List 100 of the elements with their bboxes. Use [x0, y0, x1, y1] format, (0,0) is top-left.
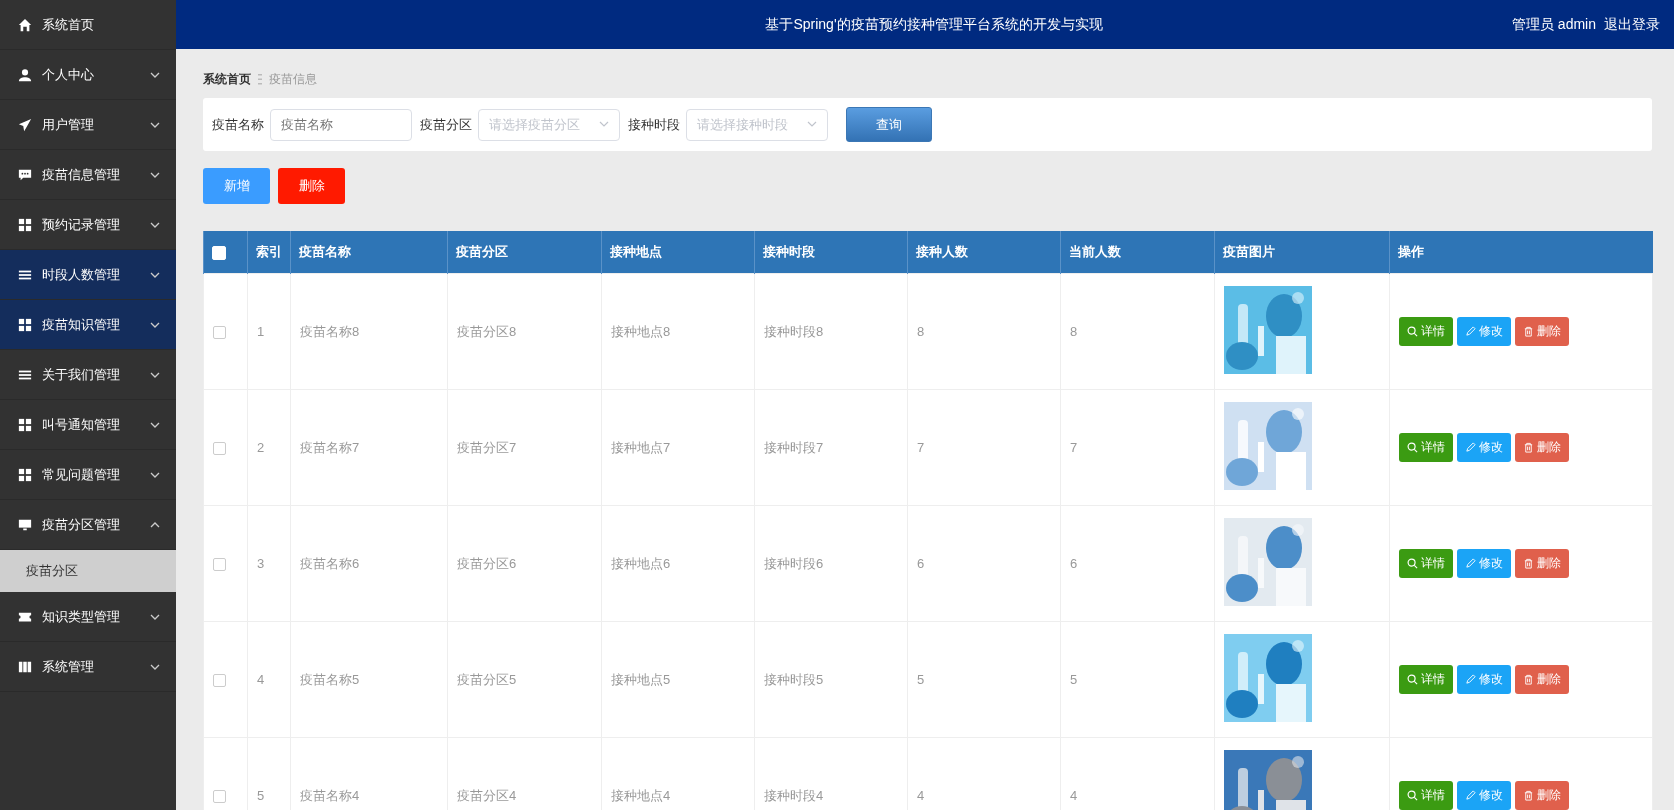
search-icon: [1407, 674, 1418, 685]
table-cell: 8: [907, 273, 1061, 390]
sidebar-item[interactable]: 常见问题管理: [0, 450, 176, 500]
breadcrumb-current: 疫苗信息: [269, 70, 317, 88]
detail-button[interactable]: 详情: [1399, 317, 1453, 346]
input-field[interactable]: 疫苗名称: [270, 108, 412, 141]
user-icon: [18, 67, 32, 82]
breadcrumb-link[interactable]: 系统首页: [203, 70, 251, 88]
delete-button[interactable]: 删除: [1515, 549, 1569, 578]
books-icon: [18, 659, 32, 674]
table-cell: 接种时段6: [754, 505, 908, 622]
sidebar-item[interactable]: 系统管理: [0, 642, 176, 692]
sidebar-item[interactable]: 疫苗知识管理: [0, 300, 176, 350]
search-icon: [1407, 790, 1418, 801]
column-header: 索引: [247, 231, 291, 274]
table-cell: 接种时段5: [754, 621, 908, 738]
grid-icon: [18, 217, 32, 232]
column-header: 当前人数: [1060, 231, 1215, 274]
table-cell: 接种地点6: [601, 505, 755, 622]
column-header: 疫苗图片: [1214, 231, 1390, 274]
table-cell: 接种地点5: [601, 621, 755, 738]
table-cell: 5: [1060, 621, 1215, 738]
column-header: 操作: [1389, 231, 1653, 274]
sidebar-item[interactable]: 知识类型管理: [0, 592, 176, 642]
sidebar-item[interactable]: 个人中心: [0, 50, 176, 100]
chevron-down-icon: [807, 121, 817, 128]
table-cell: 7: [907, 389, 1061, 506]
detail-button[interactable]: 详情: [1399, 549, 1453, 578]
add-button[interactable]: 新增: [203, 168, 270, 204]
checkbox[interactable]: [213, 558, 226, 572]
detail-button[interactable]: 详情: [1399, 433, 1453, 462]
paper-plane-icon: [18, 117, 32, 132]
trash-icon: [1523, 790, 1534, 801]
column-header: 接种人数: [907, 231, 1061, 274]
table-cell: 接种时段8: [754, 273, 908, 390]
detail-button[interactable]: 详情: [1399, 665, 1453, 694]
table-cell: 接种地点7: [601, 389, 755, 506]
edit-button[interactable]: 修改: [1457, 665, 1511, 694]
search-button[interactable]: 查询: [846, 107, 932, 142]
delete-button[interactable]: 删除: [278, 168, 345, 204]
checkbox[interactable]: [213, 326, 226, 340]
field-label: 疫苗名称: [212, 115, 264, 134]
table-cell: 疫苗名称5: [290, 621, 448, 738]
edit-button[interactable]: 修改: [1457, 317, 1511, 346]
table-cell: 疫苗名称7: [290, 389, 448, 506]
sidebar-item[interactable]: 关于我们管理: [0, 350, 176, 400]
edit-button[interactable]: 修改: [1457, 781, 1511, 810]
table-cell: 1: [247, 273, 291, 390]
table-cell: 6: [907, 505, 1061, 622]
home-icon: [18, 17, 32, 32]
page-title: 基于Spring'的疫苗预约接种管理平台系统的开发与实现: [764, 15, 1104, 34]
table-cell: 疫苗名称6: [290, 505, 448, 622]
search-icon: [1407, 442, 1418, 453]
sidebar-subitem[interactable]: 疫苗分区: [0, 550, 176, 592]
grid-icon: [18, 417, 32, 432]
pencil-icon: [1465, 558, 1476, 569]
delete-button[interactable]: 删除: [1515, 433, 1569, 462]
trash-icon: [1523, 558, 1534, 569]
sidebar-item[interactable]: 时段人数管理: [0, 250, 176, 300]
table-cell: 8: [1060, 273, 1215, 390]
checkbox[interactable]: [213, 674, 226, 688]
edit-button[interactable]: 修改: [1457, 549, 1511, 578]
column-header: 疫苗分区: [447, 231, 602, 274]
monitor-icon: [18, 517, 32, 532]
table-cell: 接种地点8: [601, 273, 755, 390]
sidebar-item[interactable]: 用户管理: [0, 100, 176, 150]
detail-button[interactable]: 详情: [1399, 781, 1453, 810]
table-cell: 7: [1060, 389, 1215, 506]
column-header: 疫苗名称: [290, 231, 448, 274]
user-label: 管理员 admin: [1511, 15, 1596, 34]
column-header: 接种时段: [754, 231, 908, 274]
trash-icon: [1523, 326, 1534, 337]
field-label: 接种时段: [628, 115, 680, 134]
delete-button[interactable]: 删除: [1515, 317, 1569, 346]
delete-button[interactable]: 删除: [1515, 781, 1569, 810]
grid-icon: [18, 317, 32, 332]
delete-button[interactable]: 删除: [1515, 665, 1569, 694]
sidebar-item[interactable]: 叫号通知管理: [0, 400, 176, 450]
checkbox[interactable]: [213, 790, 226, 804]
search-icon: [1407, 558, 1418, 569]
pencil-icon: [1465, 674, 1476, 685]
table-cell: 3: [247, 505, 291, 622]
checkbox[interactable]: [213, 442, 226, 456]
chat-icon: [18, 167, 32, 182]
logout-link[interactable]: 退出登录: [1604, 15, 1660, 34]
pencil-icon: [1465, 326, 1476, 337]
table-cell: 疫苗分区8: [447, 273, 602, 390]
table-cell: 疫苗名称8: [290, 273, 448, 390]
table-cell: 4: [247, 621, 291, 738]
table-cell: 2: [247, 389, 291, 506]
pencil-icon: [1465, 790, 1476, 801]
trash-icon: [1523, 442, 1534, 453]
table-cell: 疫苗分区6: [447, 505, 602, 622]
edit-button[interactable]: 修改: [1457, 433, 1511, 462]
pencil-icon: [1465, 442, 1476, 453]
chevron-down-icon: [599, 121, 609, 128]
sidebar-item[interactable]: 疫苗信息管理: [0, 150, 176, 200]
grid-icon: [18, 467, 32, 482]
search-icon: [1407, 326, 1418, 337]
table-cell: 接种时段7: [754, 389, 908, 506]
